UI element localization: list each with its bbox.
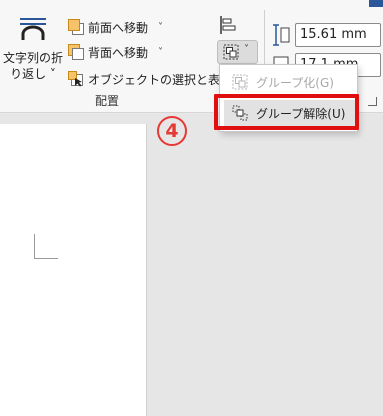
step-badge: 4	[157, 116, 187, 146]
send-backward-button[interactable]: 背面へ移動 ˅	[68, 41, 163, 63]
menu-item-group-label: グループ化(G)	[256, 75, 334, 90]
send-backward-label: 背面へ移動	[88, 45, 149, 60]
bring-forward-icon	[68, 19, 84, 35]
send-backward-icon	[68, 44, 84, 60]
menu-item-ungroup[interactable]: グループ解除(U)	[224, 100, 355, 126]
selection-pane-label: オブジェクトの選択と表示	[88, 72, 233, 87]
group-icon	[232, 74, 248, 90]
ribbon-corner	[369, 0, 383, 7]
chevron-down-icon: ˅	[244, 44, 249, 55]
height-field[interactable]: 15.61 mm	[295, 23, 381, 47]
wrap-text-button[interactable]: 文字列の折 り返し ˅	[2, 14, 64, 94]
group-objects-icon	[223, 44, 239, 60]
height-row: 15.61 mm	[272, 22, 381, 48]
chevron-down-icon[interactable]: ˅	[158, 47, 163, 58]
bring-forward-label: 前面へ移動	[88, 20, 149, 35]
menu-item-group[interactable]: グループ化(G)	[224, 69, 355, 95]
chevron-down-icon[interactable]: ˅	[158, 22, 163, 33]
page-margin-mark	[34, 234, 58, 259]
selection-pane-icon	[68, 71, 84, 87]
group-objects-button[interactable]: ˅	[217, 40, 258, 64]
align-button[interactable]	[218, 14, 240, 36]
ungroup-icon	[232, 105, 248, 121]
selection-pane-button[interactable]: オブジェクトの選択と表示	[68, 68, 232, 90]
bring-forward-button[interactable]: 前面へ移動 ˅	[68, 16, 163, 38]
wrap-text-icon	[20, 18, 46, 40]
wrap-text-label-1: 文字列の折	[2, 51, 63, 65]
dialog-launcher-icon[interactable]	[368, 97, 377, 106]
arrange-group-label: 配置	[95, 94, 120, 108]
menu-item-ungroup-label: グループ解除(U)	[256, 106, 346, 121]
wrap-text-label-2: り返し ˅	[10, 67, 56, 81]
height-icon	[273, 24, 290, 46]
document-page[interactable]	[0, 124, 147, 416]
align-icon	[220, 16, 236, 34]
group-dropdown-menu: グループ化(G) グループ解除(U)	[219, 64, 358, 132]
